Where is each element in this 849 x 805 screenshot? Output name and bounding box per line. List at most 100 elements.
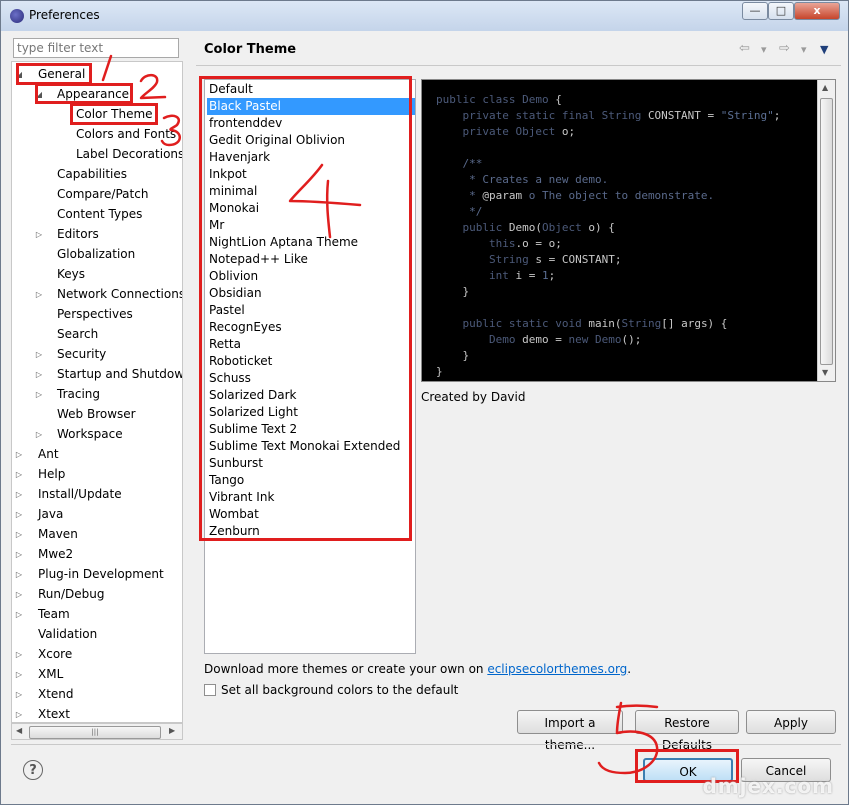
- tree-item[interactable]: Keys: [57, 265, 85, 283]
- tree-item[interactable]: Perspectives: [57, 305, 133, 323]
- filter-input[interactable]: [13, 38, 179, 58]
- tree-item[interactable]: Ant: [38, 445, 59, 463]
- code-token: Demo: [436, 333, 523, 346]
- scroll-left-icon[interactable]: ◀: [16, 726, 22, 735]
- default-bg-checkbox-label[interactable]: Set all background colors to the default: [221, 683, 458, 697]
- code-token: Object: [541, 221, 589, 234]
- code-token: private: [436, 125, 516, 138]
- annotation-box-theme-list: [199, 76, 412, 541]
- theme-author: Created by David: [421, 390, 526, 404]
- code-line: }: [436, 284, 780, 300]
- scroll-right-icon[interactable]: ▶: [169, 726, 175, 735]
- tree-item[interactable]: Content Types: [57, 205, 142, 223]
- code-line: public class Demo {: [436, 92, 780, 108]
- apply-button[interactable]: Apply: [746, 710, 836, 734]
- view-menu-icon[interactable]: ▼: [820, 43, 828, 56]
- tree-item[interactable]: Validation: [38, 625, 97, 643]
- maximize-button[interactable]: □: [768, 2, 794, 20]
- tree-item[interactable]: Editors: [57, 225, 99, 243]
- collapsed-arrow-icon[interactable]: ▷: [34, 290, 44, 299]
- tree-item[interactable]: Install/Update: [38, 485, 122, 503]
- code-token: String: [621, 317, 662, 330]
- annotation-box-general: [16, 63, 92, 85]
- collapsed-arrow-icon[interactable]: ▷: [14, 610, 24, 619]
- collapsed-arrow-icon[interactable]: ▷: [14, 710, 24, 719]
- tree-item[interactable]: Team: [38, 605, 70, 623]
- collapsed-arrow-icon[interactable]: ▷: [14, 450, 24, 459]
- code-line: * Creates a new demo.: [436, 172, 780, 188]
- tree-item[interactable]: Maven: [38, 525, 78, 543]
- download-text: Download more themes or create your own …: [204, 662, 631, 676]
- collapsed-arrow-icon[interactable]: ▷: [34, 390, 44, 399]
- code-token: }: [436, 365, 443, 378]
- tree-item[interactable]: Startup and Shutdown: [57, 365, 182, 383]
- collapsed-arrow-icon[interactable]: ▷: [14, 670, 24, 679]
- preferences-window: Preferences — □ x ◢General◢AppearanceCol…: [0, 0, 849, 805]
- tree-item[interactable]: Network Connections: [57, 285, 182, 303]
- code-line: private static final String CONSTANT = "…: [436, 108, 780, 124]
- help-icon[interactable]: ?: [23, 760, 43, 780]
- tree-item[interactable]: Workspace: [57, 425, 123, 443]
- code-token: Demo: [522, 93, 549, 106]
- collapsed-arrow-icon[interactable]: ▷: [14, 490, 24, 499]
- preview-vertical-scrollbar[interactable]: ▲ ▼: [817, 80, 835, 381]
- tree-item[interactable]: Xtext: [38, 705, 70, 722]
- code-token: "String": [720, 109, 774, 122]
- collapsed-arrow-icon[interactable]: ▷: [14, 530, 24, 539]
- default-bg-checkbox[interactable]: [204, 684, 216, 696]
- code-token: public class: [436, 93, 523, 106]
- forward-icon[interactable]: ⇨: [779, 41, 790, 56]
- code-line: private Object o;: [436, 124, 780, 140]
- preview-scroll-thumb[interactable]: [820, 98, 833, 365]
- collapsed-arrow-icon[interactable]: ▷: [14, 550, 24, 559]
- tree-item[interactable]: Search: [57, 325, 98, 343]
- collapsed-arrow-icon[interactable]: ▷: [14, 510, 24, 519]
- back-icon[interactable]: ⇦: [739, 41, 750, 56]
- themes-site-link[interactable]: eclipsecolorthemes.org: [487, 662, 627, 676]
- code-token: {: [548, 93, 562, 106]
- collapsed-arrow-icon[interactable]: ▷: [34, 430, 44, 439]
- tree-item[interactable]: Help: [38, 465, 65, 483]
- collapsed-arrow-icon[interactable]: ▷: [14, 570, 24, 579]
- code-token: String: [436, 253, 536, 266]
- code-line: }: [436, 364, 780, 380]
- tree-item[interactable]: Security: [57, 345, 106, 363]
- code-token: ();: [621, 333, 642, 346]
- minimize-button[interactable]: —: [742, 2, 768, 20]
- download-suffix: .: [627, 662, 632, 676]
- eclipse-logo-icon: [10, 9, 24, 23]
- tree-item[interactable]: Xcore: [38, 645, 72, 663]
- tree-item[interactable]: Plug-in Development: [38, 565, 164, 583]
- scroll-thumb[interactable]: |||: [29, 726, 161, 739]
- scroll-down-icon[interactable]: ▼: [822, 368, 828, 377]
- code-token: ;: [548, 269, 556, 282]
- code-token: .o = o;: [515, 237, 562, 250]
- tree-item[interactable]: Globalization: [57, 245, 135, 263]
- tree-item[interactable]: Capabilities: [57, 165, 127, 183]
- collapsed-arrow-icon[interactable]: ▷: [14, 590, 24, 599]
- tree-item[interactable]: Java: [38, 505, 63, 523]
- collapsed-arrow-icon[interactable]: ▷: [34, 350, 44, 359]
- tree-item[interactable]: Run/Debug: [38, 585, 105, 603]
- collapsed-arrow-icon[interactable]: ▷: [14, 690, 24, 699]
- tree-item[interactable]: Compare/Patch: [57, 185, 148, 203]
- collapsed-arrow-icon[interactable]: ▷: [14, 650, 24, 659]
- tree-item[interactable]: Web Browser: [57, 405, 136, 423]
- tree-item[interactable]: XML: [38, 665, 63, 683]
- tree-item[interactable]: Xtend: [38, 685, 74, 703]
- collapsed-arrow-icon[interactable]: ▷: [34, 370, 44, 379]
- scroll-up-icon[interactable]: ▲: [822, 83, 828, 92]
- tree-item[interactable]: Mwe2: [38, 545, 73, 563]
- collapsed-arrow-icon[interactable]: ▷: [34, 230, 44, 239]
- theme-preview: public class Demo { private static final…: [421, 79, 836, 382]
- tree-item[interactable]: Tracing: [57, 385, 100, 403]
- close-button[interactable]: x: [794, 2, 840, 20]
- annotation-box-color-theme: [70, 103, 158, 125]
- collapsed-arrow-icon[interactable]: ▷: [14, 470, 24, 479]
- back-menu-icon[interactable]: ▾: [761, 43, 767, 56]
- forward-menu-icon[interactable]: ▾: [801, 43, 807, 56]
- code-token: =: [700, 109, 721, 122]
- code-line: public Demo(Object o) {: [436, 220, 780, 236]
- tree-horizontal-scrollbar[interactable]: ◀ ||| ▶: [11, 723, 183, 740]
